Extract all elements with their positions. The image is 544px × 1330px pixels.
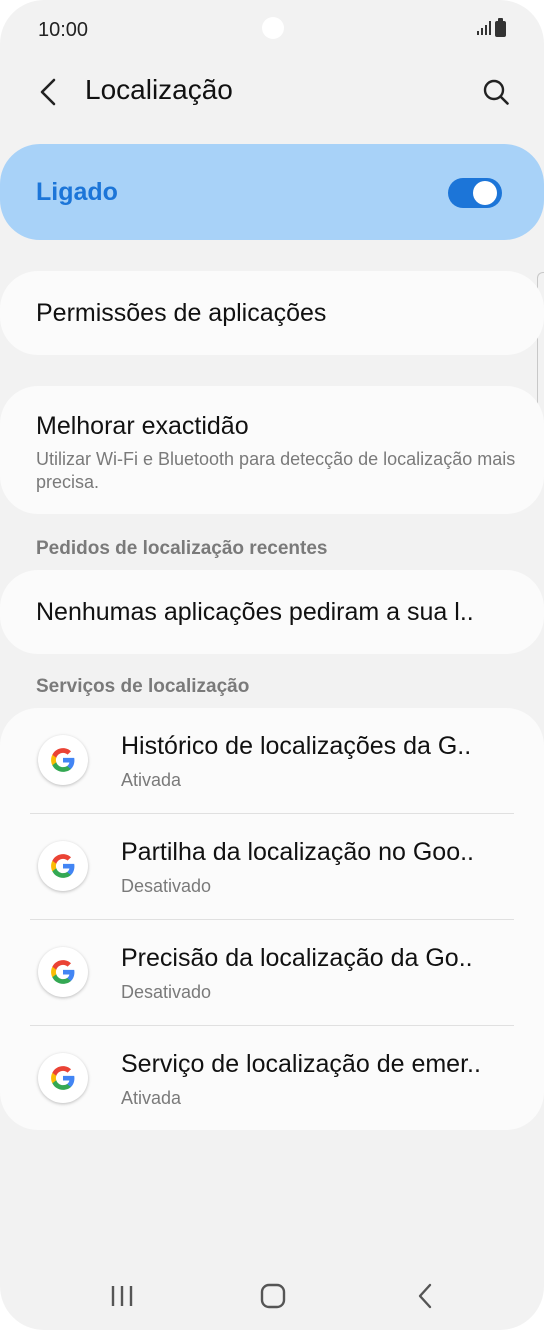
service-title: Histórico de localizações da G..	[121, 732, 472, 760]
location-master-switch-row[interactable]: Ligado	[0, 144, 544, 240]
service-status: Desativado	[121, 982, 212, 1002]
battery-icon	[495, 18, 506, 37]
location-services-header: Serviços de localização	[36, 676, 250, 697]
toggle-knob	[473, 181, 497, 205]
navigation-bar	[0, 1262, 544, 1330]
signal-icon	[477, 21, 491, 35]
recent-requests-item: Nenhumas aplicações pediram a sua l..	[0, 570, 544, 654]
location-service-row[interactable]: Precisão da localização da Go.. Desativa…	[0, 920, 544, 1025]
nav-back-icon	[418, 1283, 432, 1309]
improve-accuracy-item[interactable]: Melhorar exactidão Utilizar Wi-Fi e Blue…	[0, 386, 544, 514]
front-camera-cutout	[262, 17, 284, 39]
recent-requests-empty-text: Nenhumas aplicações pediram a sua l..	[36, 598, 474, 626]
search-icon	[483, 79, 509, 105]
improve-accuracy-title: Melhorar exactidão	[36, 412, 249, 440]
back-button[interactable]	[28, 72, 68, 112]
service-title: Precisão da localização da Go..	[121, 944, 473, 972]
nav-back-button[interactable]	[401, 1278, 451, 1314]
location-service-row[interactable]: Serviço de localização de emer.. Ativada	[0, 1026, 544, 1131]
google-g-icon	[38, 947, 88, 997]
phone-screen: 10:00 Localização Ligado Permissões de a…	[0, 0, 544, 1330]
service-title: Serviço de localização de emer..	[121, 1050, 481, 1078]
app-permissions-item[interactable]: Permissões de aplicações	[0, 271, 544, 355]
service-title: Partilha da localização no Goo..	[121, 838, 474, 866]
location-services-list: Histórico de localizações da G.. Ativada…	[0, 708, 544, 1130]
app-permissions-label: Permissões de aplicações	[36, 299, 327, 327]
back-arrow-icon	[40, 78, 56, 106]
home-icon	[260, 1283, 286, 1309]
service-status: Ativada	[121, 1088, 182, 1108]
recent-apps-icon	[111, 1286, 133, 1306]
improve-accuracy-subtitle: Utilizar Wi-Fi e Bluetooth para detecção…	[36, 449, 516, 492]
location-service-row[interactable]: Partilha da localização no Goo.. Desativ…	[0, 814, 544, 919]
google-g-icon	[38, 841, 88, 891]
master-switch-label: Ligado	[36, 178, 118, 206]
recent-requests-header: Pedidos de localização recentes	[36, 538, 328, 559]
search-button[interactable]	[474, 72, 518, 112]
page-title: Localização	[85, 74, 233, 105]
app-header: Localização	[0, 60, 544, 124]
service-status: Ativada	[121, 770, 182, 790]
location-service-row[interactable]: Histórico de localizações da G.. Ativada	[0, 708, 544, 813]
status-time: 10:00	[38, 19, 89, 41]
google-g-icon	[38, 1053, 88, 1103]
status-bar: 10:00	[0, 0, 544, 60]
service-status: Desativado	[121, 876, 212, 896]
recent-apps-button[interactable]	[97, 1278, 147, 1314]
location-toggle-switch[interactable]	[448, 178, 502, 208]
home-button[interactable]	[248, 1278, 298, 1314]
google-g-icon	[38, 735, 88, 785]
